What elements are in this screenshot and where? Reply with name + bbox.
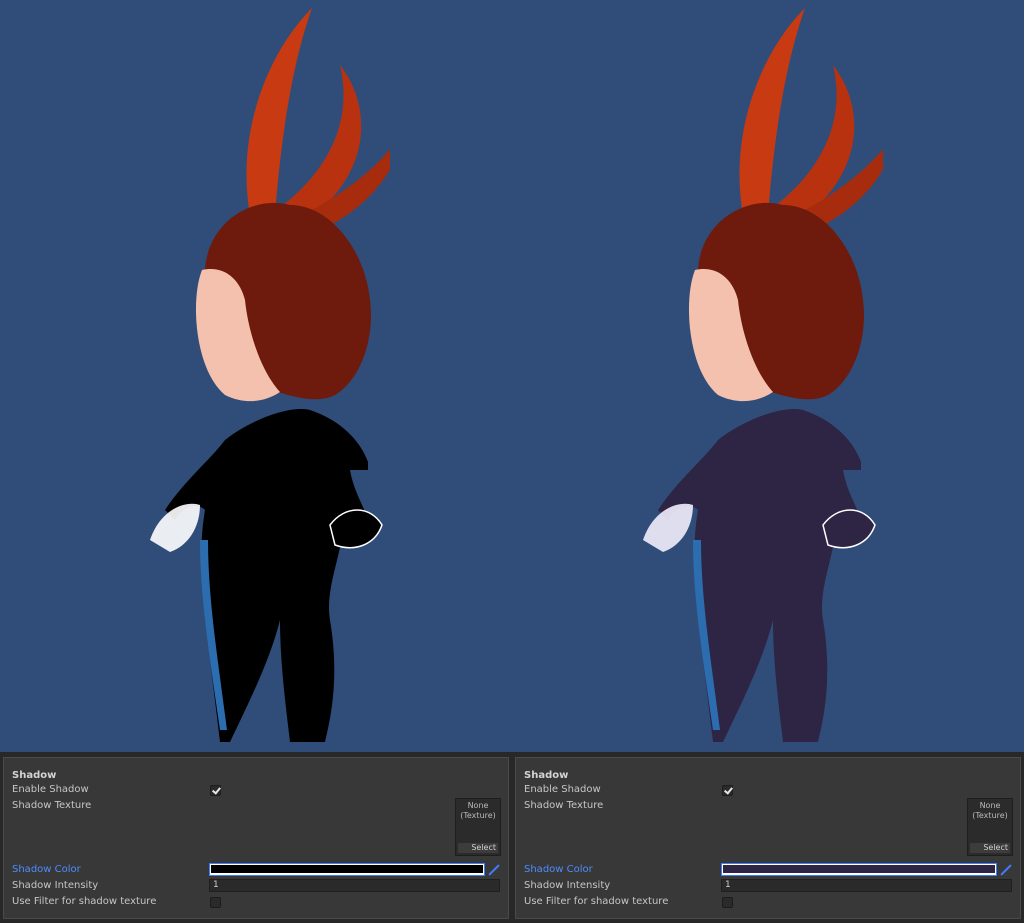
- scene-viewport[interactable]: [0, 0, 1024, 752]
- section-title: Shadow: [12, 770, 57, 781]
- shadow-texture-slot[interactable]: None (Texture) Select: [455, 798, 501, 856]
- enable-shadow-checkbox[interactable]: [210, 785, 221, 796]
- character-model-left: [130, 0, 390, 752]
- use-filter-checkbox[interactable]: [722, 897, 733, 908]
- enable-shadow-label: Enable Shadow: [12, 784, 89, 795]
- use-filter-label: Use Filter for shadow texture: [524, 896, 669, 907]
- shadow-panel-left: Shadow Enable Shadow Shadow Texture None…: [3, 757, 509, 919]
- character-render-left: [150, 8, 390, 742]
- section-title: Shadow: [524, 770, 569, 781]
- shadow-color-swatch: [723, 865, 995, 873]
- eyedropper-icon[interactable]: [1000, 863, 1013, 876]
- texture-slot-text: None (Texture): [972, 801, 1008, 820]
- texture-select-button[interactable]: Select: [458, 843, 498, 853]
- eyedropper-icon[interactable]: [488, 863, 501, 876]
- texture-slot-text: None (Texture): [460, 801, 496, 820]
- shadow-color-field[interactable]: [209, 863, 485, 876]
- shadow-color-swatch: [211, 865, 483, 873]
- shadow-intensity-label: Shadow Intensity: [524, 880, 611, 891]
- shadow-intensity-field[interactable]: 1: [721, 879, 1012, 892]
- shadow-texture-label: Shadow Texture: [12, 800, 92, 811]
- use-filter-label: Use Filter for shadow texture: [12, 896, 157, 907]
- enable-shadow-label: Enable Shadow: [524, 784, 601, 795]
- shadow-texture-slot[interactable]: None (Texture) Select: [967, 798, 1013, 856]
- character-model-right: [623, 0, 883, 752]
- shadow-panel-right: Shadow Enable Shadow Shadow Texture None…: [515, 757, 1021, 919]
- shadow-color-label: Shadow Color: [524, 864, 593, 875]
- texture-select-button[interactable]: Select: [970, 843, 1010, 853]
- shadow-texture-label: Shadow Texture: [524, 800, 604, 811]
- shadow-intensity-field[interactable]: 1: [209, 879, 500, 892]
- shadow-color-label: Shadow Color: [12, 864, 81, 875]
- character-render-right: [643, 8, 883, 742]
- shadow-intensity-label: Shadow Intensity: [12, 880, 99, 891]
- shadow-color-field[interactable]: [721, 863, 997, 876]
- use-filter-checkbox[interactable]: [210, 897, 221, 908]
- enable-shadow-checkbox[interactable]: [722, 785, 733, 796]
